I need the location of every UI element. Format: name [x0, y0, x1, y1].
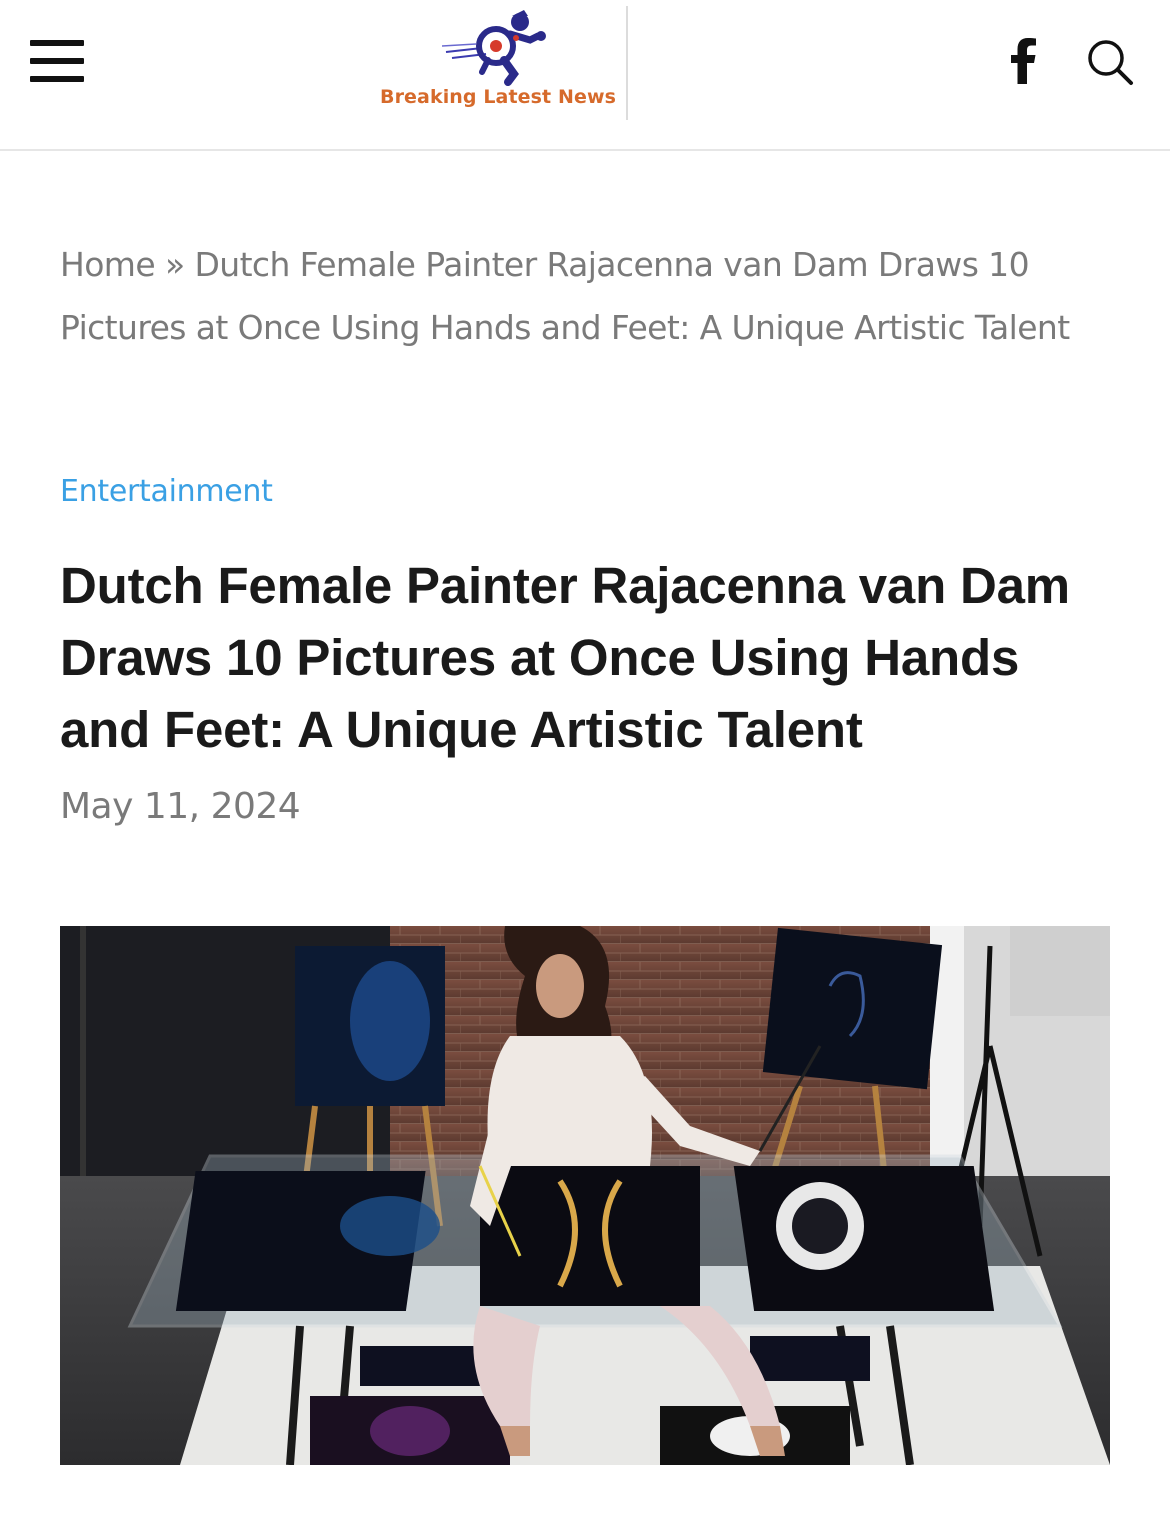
site-name: Breaking Latest News — [380, 86, 617, 108]
header-divider — [626, 6, 628, 120]
breadcrumb-home-link[interactable]: Home — [60, 245, 156, 284]
site-logo[interactable]: Breaking Latest News — [372, 6, 628, 120]
breadcrumb-separator: » — [164, 245, 185, 284]
menu-bar — [30, 58, 84, 64]
breadcrumb-current: Dutch Female Painter Rajacenna van Dam D… — [60, 245, 1070, 347]
logo-mascot-icon — [442, 10, 546, 86]
menu-bar — [30, 76, 84, 82]
breadcrumb: Home » Dutch Female Painter Rajacenna va… — [60, 233, 1110, 359]
facebook-icon[interactable] — [1006, 38, 1040, 84]
menu-bar — [30, 40, 84, 46]
search-icon[interactable] — [1086, 38, 1134, 86]
site-header: Breaking Latest News — [0, 0, 1170, 151]
post-date: May 11, 2024 — [60, 786, 301, 827]
hamburger-menu-icon[interactable] — [30, 40, 84, 82]
featured-photo — [60, 926, 1110, 1465]
category-link[interactable]: Entertainment — [60, 474, 273, 509]
featured-image — [60, 926, 1110, 1465]
post-title: Dutch Female Painter Rajacenna van Dam D… — [60, 557, 1070, 758]
